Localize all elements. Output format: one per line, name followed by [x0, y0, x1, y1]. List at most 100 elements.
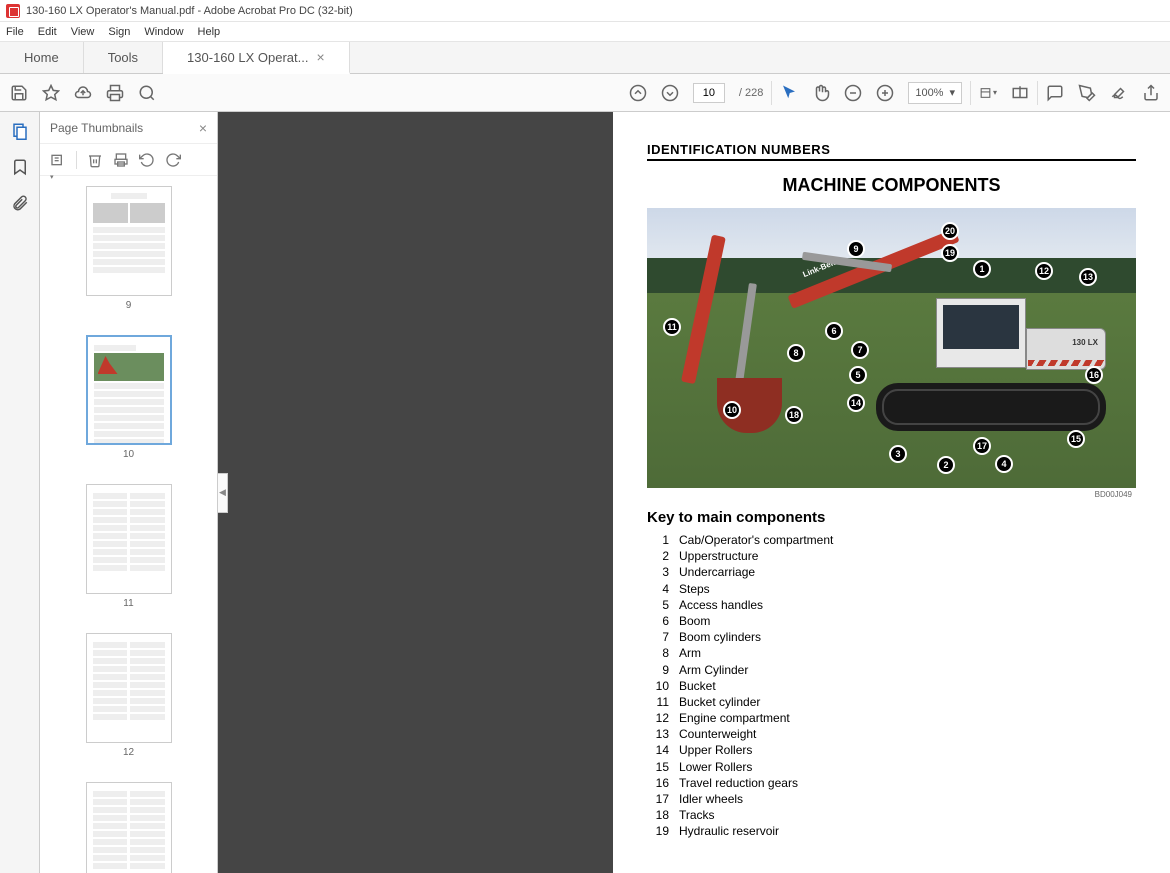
component-key-row: 13Counterweight: [647, 726, 1136, 742]
component-key-row: 12Engine compartment: [647, 710, 1136, 726]
zoom-out-icon[interactable]: [844, 84, 862, 102]
thumbnail-page[interactable]: 11: [40, 484, 217, 609]
thumbnails-tools: ▾: [40, 144, 217, 176]
page-total-label: / 228: [739, 87, 763, 99]
callout-marker: 3: [889, 445, 907, 463]
window-title: 130-160 LX Operator's Manual.pdf - Adobe…: [26, 5, 353, 17]
thumbnails-list[interactable]: 9 10 11 12 13: [40, 176, 217, 873]
page-section-header: IDENTIFICATION NUMBERS: [647, 142, 1136, 161]
thumbnails-rotate-ccw-icon[interactable]: [139, 152, 155, 168]
thumbnail-label: 11: [123, 598, 133, 609]
menu-edit[interactable]: Edit: [38, 26, 57, 38]
components-key-list: 1Cab/Operator's compartment2Upperstructu…: [647, 532, 1136, 840]
component-key-row: 2Upperstructure: [647, 548, 1136, 564]
tab-close-icon[interactable]: ×: [316, 49, 324, 65]
comment-icon[interactable]: [1046, 84, 1064, 102]
tab-document[interactable]: 130-160 LX Operat... ×: [163, 42, 350, 74]
component-key-row: 17Idler wheels: [647, 791, 1136, 807]
page-number-input[interactable]: [693, 83, 725, 103]
component-key-row: 4Steps: [647, 581, 1136, 597]
component-key-row: 9Arm Cylinder: [647, 662, 1136, 678]
callout-marker: 9: [847, 240, 865, 258]
callout-marker: 19: [941, 244, 959, 262]
highlight-icon[interactable]: [1078, 84, 1096, 102]
tab-home[interactable]: Home: [0, 42, 84, 73]
callout-marker: 16: [1085, 366, 1103, 384]
print-icon[interactable]: [106, 84, 124, 102]
zoom-in-icon[interactable]: [876, 84, 894, 102]
callout-marker: 10: [723, 401, 741, 419]
thumbnails-print-icon[interactable]: [113, 152, 129, 168]
menu-bar: File Edit View Sign Window Help: [0, 22, 1170, 42]
component-key-row: 18Tracks: [647, 807, 1136, 823]
splitter-handle-icon[interactable]: ◀: [218, 473, 228, 513]
toolbar: / 228 100%▾ ▾: [0, 74, 1170, 112]
callout-marker: 1: [973, 260, 991, 278]
page-up-icon[interactable]: [629, 84, 647, 102]
component-key-row: 1Cab/Operator's compartment: [647, 532, 1136, 548]
hand-tool-icon[interactable]: [812, 84, 830, 102]
cloud-upload-icon[interactable]: [74, 84, 92, 102]
thumbnail-page[interactable]: 13: [40, 782, 217, 873]
component-key-row: 15Lower Rollers: [647, 759, 1136, 775]
callout-marker: 15: [1067, 430, 1085, 448]
chevron-down-icon: ▾: [949, 86, 955, 99]
thumbnail-page[interactable]: 9: [40, 186, 217, 311]
menu-help[interactable]: Help: [198, 26, 221, 38]
callout-marker: 4: [995, 455, 1013, 473]
share-icon[interactable]: [1142, 84, 1160, 102]
menu-sign[interactable]: Sign: [108, 26, 130, 38]
callout-marker: 12: [1035, 262, 1053, 280]
select-tool-icon[interactable]: [780, 84, 798, 102]
menu-view[interactable]: View: [71, 26, 95, 38]
callout-marker: 14: [847, 394, 865, 412]
sign-icon[interactable]: [1110, 84, 1128, 102]
machine-components-figure: Link-Belt 130 LX 12345678910111213141516…: [647, 208, 1136, 488]
component-key-row: 19Hydraulic reservoir: [647, 823, 1136, 839]
read-mode-icon[interactable]: [1011, 84, 1029, 102]
callout-marker: 11: [663, 318, 681, 336]
page-title: MACHINE COMPONENTS: [647, 175, 1136, 196]
zoom-level-select[interactable]: 100%▾: [908, 82, 962, 104]
menu-file[interactable]: File: [6, 26, 24, 38]
thumbnails-options-icon[interactable]: ▾: [50, 152, 66, 168]
callout-marker: 5: [849, 366, 867, 384]
thumbnails-panel-icon[interactable]: [11, 122, 29, 140]
callout-marker: 8: [787, 344, 805, 362]
document-viewport[interactable]: ◀ IDENTIFICATION NUMBERS MACHINE COMPONE…: [218, 112, 1170, 873]
main-area: Page Thumbnails × ▾ 910111213 ◀ IDENTIFI…: [0, 112, 1170, 873]
callout-marker: 13: [1079, 268, 1097, 286]
callout-marker: 20: [941, 222, 959, 240]
menu-window[interactable]: Window: [144, 26, 183, 38]
star-icon[interactable]: [42, 84, 60, 102]
key-heading: Key to main components: [647, 509, 1136, 526]
component-key-row: 11Bucket cylinder: [647, 694, 1136, 710]
component-key-row: 3Undercarriage: [647, 564, 1136, 580]
component-key-row: 14Upper Rollers: [647, 742, 1136, 758]
thumbnails-delete-icon[interactable]: [87, 152, 103, 168]
page-down-icon[interactable]: [661, 84, 679, 102]
callout-marker: 17: [973, 437, 991, 455]
thumbnail-page[interactable]: 12: [40, 633, 217, 758]
component-key-row: 10Bucket: [647, 678, 1136, 694]
title-bar: 130-160 LX Operator's Manual.pdf - Adobe…: [0, 0, 1170, 22]
component-key-row: 16Travel reduction gears: [647, 775, 1136, 791]
callout-marker: 18: [785, 406, 803, 424]
thumbnail-page[interactable]: 10: [40, 335, 217, 460]
attachments-panel-icon[interactable]: [11, 194, 29, 212]
tab-tools[interactable]: Tools: [84, 42, 163, 73]
thumbnails-rotate-cw-icon[interactable]: [165, 152, 181, 168]
thumbnails-close-icon[interactable]: ×: [199, 120, 207, 136]
app-icon: [6, 4, 20, 18]
bookmarks-panel-icon[interactable]: [11, 158, 29, 176]
fit-width-icon[interactable]: ▾: [979, 84, 997, 102]
component-key-row: 8Arm: [647, 645, 1136, 661]
search-icon[interactable]: [138, 84, 156, 102]
document-page: IDENTIFICATION NUMBERS MACHINE COMPONENT…: [613, 112, 1170, 873]
thumbnail-label: 9: [126, 300, 132, 311]
thumbnails-panel: Page Thumbnails × ▾ 910111213: [40, 112, 218, 873]
callout-marker: 6: [825, 322, 843, 340]
model-badge-text: 130 LX: [1072, 338, 1098, 347]
save-icon[interactable]: [10, 84, 28, 102]
thumbnail-label: 12: [123, 747, 134, 758]
